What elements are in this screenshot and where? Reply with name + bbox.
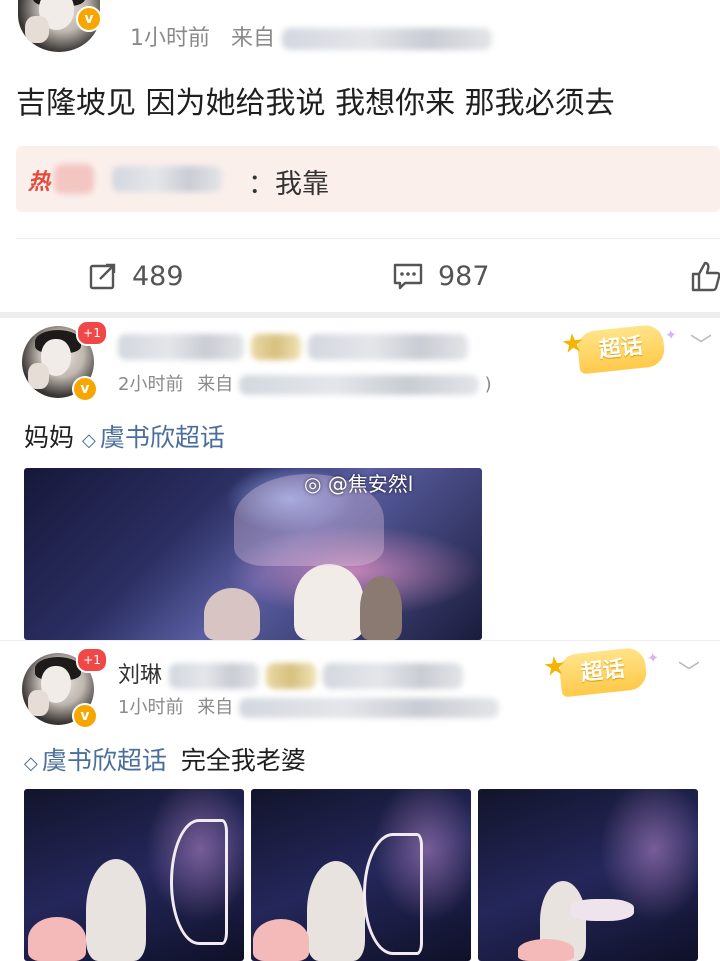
photo-person-center <box>294 564 364 640</box>
blurred-source <box>238 375 479 395</box>
post-meta: 2小时前 来自 ) <box>118 370 492 396</box>
divider <box>16 238 720 239</box>
post-image-2[interactable] <box>251 789 471 961</box>
avatar[interactable]: v +1 <box>22 320 108 402</box>
comment-count: 987 <box>438 260 490 292</box>
source-close-paren: ) <box>484 374 492 395</box>
sparkle-icon: ✦ <box>664 327 678 345</box>
star-icon: ★ <box>541 650 569 684</box>
blurred-title <box>323 663 464 689</box>
blurred-member-badge <box>251 334 301 360</box>
post-time: 2小时前 <box>118 374 184 395</box>
photo-person-right <box>360 576 402 640</box>
post-time: 1小时前 <box>130 26 210 51</box>
post-meta: 1小时前 来自 <box>130 20 493 52</box>
comment-button[interactable]: 987 <box>392 258 490 294</box>
blurred-source <box>238 698 499 718</box>
comment-icon <box>393 263 423 290</box>
repost-button[interactable]: 489 <box>88 258 184 294</box>
avatar-hand <box>24 16 50 44</box>
username[interactable]: 刘琳 <box>118 657 464 689</box>
post-text: 吉隆坡见 因为她给我说 我想你来 那我必须去 <box>16 86 615 121</box>
avatar[interactable]: v <box>18 0 102 52</box>
blurred-member-badge <box>266 663 317 689</box>
repost-count: 489 <box>132 260 184 292</box>
super-topic-label: 超话 <box>579 656 627 687</box>
super-topic-tag[interactable]: ★ 超话 ✦ <box>560 323 678 375</box>
sparkle-icon: ✦ <box>646 650 660 668</box>
photo-bow <box>170 819 228 945</box>
post-image-1[interactable] <box>24 789 244 961</box>
watermark-text: @焦安然l <box>327 472 414 496</box>
photo-person-left <box>204 588 260 640</box>
blurred-username <box>118 334 244 360</box>
photo-person <box>86 859 146 961</box>
repost-icon <box>89 263 116 290</box>
verified-icon: v <box>72 703 98 729</box>
weibo-post-3: v +1 刘琳 1小时前 来自 ★ 超话 ✦ ﹀ ◇ 虞书欣超话 完全我老婆 <box>0 640 720 961</box>
notification-badge: +1 <box>76 647 108 673</box>
diamond-icon: ◇ <box>24 753 38 774</box>
super-topic-label: 超话 <box>597 333 645 364</box>
photo-mascot <box>253 919 309 961</box>
verified-icon: v <box>72 376 98 402</box>
post-time: 1小时前 <box>118 697 184 718</box>
photo-bow <box>570 899 634 921</box>
watermark: ◎ @焦安然l <box>304 468 413 497</box>
super-topic-link-label: 虞书欣超话 <box>41 746 167 775</box>
post-source-label: 来自 <box>197 697 234 718</box>
photo-mascot <box>518 939 574 961</box>
verified-icon: v <box>76 6 102 32</box>
post-text: ◇ 虞书欣超话 完全我老婆 <box>24 741 306 777</box>
diamond-icon: ◇ <box>81 430 96 451</box>
super-topic-link[interactable]: ◇ 虞书欣超话 <box>82 423 225 452</box>
post-image-3[interactable] <box>478 789 698 961</box>
post-text-plain: 完全我老婆 <box>180 746 306 775</box>
blurred-source <box>282 28 493 50</box>
photo-bow <box>363 833 423 955</box>
like-icon <box>691 261 720 292</box>
blurred-commenter-avatar <box>54 164 94 194</box>
post-text-plain: 妈妈 <box>24 423 75 452</box>
blurred-title <box>308 334 468 360</box>
weibo-icon: ◎ <box>304 472 322 496</box>
hot-comment-text: ：我靠 <box>248 169 329 200</box>
super-topic-link[interactable]: ◇ 虞书欣超话 <box>24 746 167 775</box>
notification-badge: +1 <box>76 320 108 346</box>
avatar[interactable]: v +1 <box>22 647 108 729</box>
hot-comment-tag: 热 <box>28 170 51 195</box>
photo-person <box>307 861 365 961</box>
super-topic-link-label: 虞书欣超话 <box>99 423 225 452</box>
blurred-commenter-name <box>112 166 222 192</box>
avatar-hand <box>27 690 50 717</box>
avatar-hand <box>27 363 50 390</box>
username-blurred[interactable] <box>118 334 468 360</box>
username-visible: 刘琳 <box>118 663 163 688</box>
photo-mascot <box>28 917 86 961</box>
post-meta: 1小时前 来自 <box>118 693 499 719</box>
blurred-username <box>169 663 260 689</box>
hot-comment[interactable]: 热 ：我靠 <box>16 146 720 212</box>
post-text: 妈妈 ◇ 虞书欣超话 <box>24 418 225 454</box>
post-source-label: 来自 <box>197 374 234 395</box>
weibo-post-1: v 1小时前 来自 吉隆坡见 因为她给我说 我想你来 那我必须去 热 ：我靠 4… <box>0 0 720 312</box>
chevron-down-icon[interactable]: ﹀ <box>690 328 712 360</box>
super-topic-tag[interactable]: ★ 超话 ✦ <box>542 646 660 698</box>
post-source-label: 来自 <box>231 26 276 51</box>
chevron-down-icon[interactable]: ﹀ <box>678 655 700 687</box>
star-icon: ★ <box>559 327 587 361</box>
like-button[interactable] <box>690 258 720 294</box>
